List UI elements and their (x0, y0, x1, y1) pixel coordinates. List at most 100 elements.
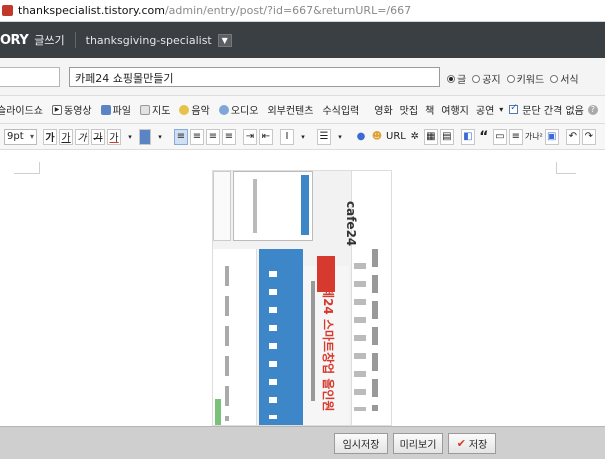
section-title: 글쓰기 (34, 34, 65, 47)
app-header: ORY 글쓰기 thanksgiving-specialist ▼ (0, 22, 605, 58)
audio-button[interactable]: 오디오 (218, 102, 258, 117)
blog-name[interactable]: thanksgiving-specialist (86, 34, 212, 47)
checkmark-icon: ✔ (456, 437, 466, 450)
special-char-icon[interactable]: ✲ (408, 129, 422, 145)
shot-login-fields (253, 179, 257, 233)
paragraph-spacing-toggle[interactable]: 문단 간격 없음? (509, 102, 598, 117)
header-divider (74, 32, 76, 48)
outdent-icon[interactable]: ⇤ (259, 128, 273, 145)
quote-button[interactable]: “ (477, 129, 491, 145)
box-style-icon[interactable]: ◧ (460, 128, 475, 145)
more-icon[interactable]: ▤ (439, 128, 454, 145)
strikethrough-button[interactable]: 가 (91, 128, 105, 145)
temp-save-button[interactable]: 임시저장 (334, 433, 388, 454)
radio-notice-dot (472, 74, 481, 83)
format-toolbar: 9pt 가 가 가 가 가 ▾ ▾ ≡ ≡ ≡ ≡ ⇥ ⇤ I ▾ ☰ ▾ ● … (0, 124, 605, 150)
shot-nav-labels (372, 241, 378, 411)
align-center-icon[interactable]: ≡ (190, 128, 204, 145)
redo-icon[interactable]: ↷ (581, 128, 596, 145)
more-tags-chevron-down-icon[interactable]: ▾ (499, 105, 503, 114)
font-size-select[interactable]: 9pt (4, 128, 37, 145)
tag-performance[interactable]: 공연 (476, 102, 494, 117)
tistory-logo[interactable]: ORY (0, 33, 29, 48)
music-icon (179, 104, 190, 115)
text-color-chevron-down-icon[interactable]: ▾ (123, 129, 137, 145)
footer-bar: 임시저장 미리보기 ✔ 저장 (0, 426, 605, 459)
shot-list-lines (225, 256, 229, 421)
shot-topleft-box (213, 171, 231, 241)
save-draft-icon[interactable]: ▣ (544, 128, 559, 145)
title-row: 카페24 쇼핑몰만들기 글 공지 키워드 서식 (0, 58, 605, 96)
undo-icon[interactable]: ↶ (565, 128, 580, 145)
naver-dictionary-icon[interactable]: ● (354, 129, 368, 145)
align-right-icon[interactable]: ≡ (206, 128, 220, 145)
shot-banner-subtext (311, 281, 315, 401)
radio-keyword[interactable]: 키워드 (506, 71, 544, 86)
list-chevron-down-icon[interactable]: ▾ (333, 129, 347, 145)
site-favicon-icon (2, 5, 13, 16)
shot-green-strip (215, 399, 221, 425)
char-spacing-button[interactable]: 가나² (525, 129, 543, 145)
indent-icon[interactable]: ⇥ (243, 128, 257, 145)
highlight-chevron-down-icon[interactable]: ▾ (153, 129, 167, 145)
underline-button[interactable]: 가 (59, 128, 73, 145)
embedded-screenshot-image[interactable]: cafe24 카페24 스마트창업 올인원 (212, 170, 392, 426)
post-title-input[interactable]: 카페24 쇼핑몰만들기 (69, 67, 440, 87)
blog-select-chevron-down-icon[interactable]: ▼ (217, 33, 232, 47)
italic-button[interactable]: 가 (75, 128, 89, 145)
browser-address-bar[interactable]: thankspecialist.tistory.com/admin/entry/… (0, 0, 605, 22)
margin-marker-right (556, 162, 576, 174)
post-type-radios: 글 공지 키워드 서식 (447, 71, 579, 86)
external-content-button[interactable]: 외부컨텐츠 (267, 102, 313, 117)
map-pin-icon (140, 104, 151, 115)
audio-icon (218, 104, 229, 115)
line-height-chevron-down-icon[interactable]: ▾ (296, 129, 310, 145)
shot-login-accent (301, 175, 309, 235)
music-button[interactable]: 음악 (179, 102, 210, 117)
url-path: /admin/entry/post/?id=667&returnURL=/667 (164, 4, 412, 17)
file-icon (100, 104, 111, 115)
font-color-button[interactable]: 가 (107, 128, 121, 145)
line-height-icon[interactable]: I (280, 128, 294, 145)
radio-post[interactable]: 글 (447, 71, 466, 86)
table-icon[interactable]: ▦ (423, 128, 438, 145)
horizontal-line-icon[interactable]: ≡ (508, 128, 523, 145)
radio-template[interactable]: 서식 (550, 71, 579, 86)
video-icon: ▶ (52, 104, 62, 115)
list-icon[interactable]: ☰ (317, 128, 331, 145)
bold-button[interactable]: 가 (43, 128, 57, 145)
editor-canvas[interactable]: cafe24 카페24 스마트창업 올인원 (0, 150, 605, 426)
url-button[interactable]: URL (386, 129, 406, 145)
url-text[interactable]: thankspecialist.tistory.com/admin/entry/… (18, 4, 411, 17)
tag-book[interactable]: 책 (425, 102, 434, 117)
formula-button[interactable]: 수식입력 (322, 102, 359, 117)
shot-headline: 카페24 스마트창업 올인원 (321, 276, 335, 412)
paragraph-spacing-checkbox[interactable] (509, 103, 519, 114)
help-icon[interactable]: ? (587, 104, 598, 115)
radio-template-dot (550, 74, 559, 83)
save-button[interactable]: ✔ 저장 (448, 433, 496, 454)
shot-blue-panel-icons (269, 259, 277, 419)
video-button[interactable]: ▶ 동영상 (52, 102, 92, 117)
radio-post-dot (447, 74, 455, 83)
align-justify-icon[interactable]: ≡ (222, 128, 236, 145)
preview-button[interactable]: 미리보기 (393, 433, 443, 454)
category-select[interactable] (0, 67, 60, 87)
file-button[interactable]: 파일 (100, 102, 131, 117)
tag-restaurant[interactable]: 맛집 (400, 102, 418, 117)
radio-keyword-dot (506, 74, 515, 83)
shot-nav-icons (354, 251, 366, 411)
media-toolbar: 슬라이드쇼 ▶ 동영상 파일 지도 음악 오디오 외부컨텐츠 수식입력 영화 맛집… (0, 96, 605, 124)
slideshow-button[interactable]: 슬라이드쇼 (0, 102, 43, 117)
shot-event-badge (317, 256, 335, 292)
divider-icon[interactable]: ▭ (492, 128, 507, 145)
tag-travel[interactable]: 여행지 (441, 102, 469, 117)
url-host: thankspecialist.tistory.com (18, 4, 165, 17)
margin-marker-left (14, 162, 40, 174)
align-left-icon[interactable]: ≡ (174, 128, 188, 145)
tag-movie[interactable]: 영화 (374, 102, 392, 117)
radio-notice[interactable]: 공지 (472, 71, 501, 86)
emoticon-icon[interactable]: ☻ (370, 129, 384, 145)
map-button[interactable]: 지도 (140, 102, 170, 117)
highlight-color-icon[interactable] (139, 128, 151, 145)
